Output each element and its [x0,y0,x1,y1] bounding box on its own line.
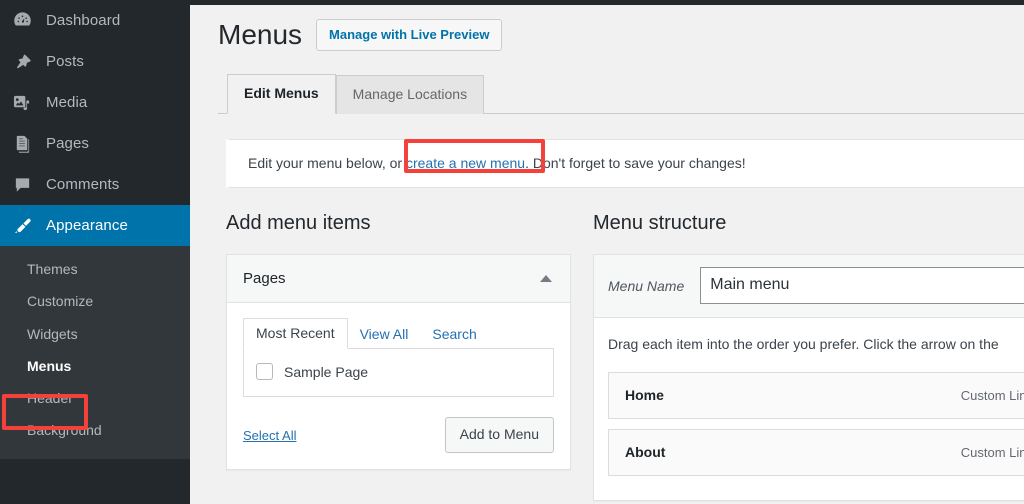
sidebar-subitem-label: Background [27,422,102,439]
table-row[interactable]: Home Custom Link [608,372,1024,420]
pin-icon [12,51,33,72]
tab-view-all[interactable]: View All [348,320,421,349]
menu-structure-column: Menu structure Menu Name Drag each item … [593,210,1024,502]
comment-bubble-icon [12,174,33,195]
nav-tab-bar: Edit Menus Manage Locations [218,73,1024,114]
select-all-link[interactable]: Select All [243,428,296,443]
sidebar-subitem-background[interactable]: Background [0,414,190,446]
page-header: Menus Manage with Live Preview [218,15,1024,53]
pages-panel-actions: Select All Add to Menu [243,417,554,453]
sidebar-item-appearance[interactable]: Appearance [0,205,198,246]
sidebar-item-label: Dashboard [46,12,121,29]
admin-bar [0,0,1024,5]
menu-name-label: Menu Name [608,277,685,294]
manage-with-live-preview-button[interactable]: Manage with Live Preview [316,18,503,52]
sidebar-item-media[interactable]: Media [0,82,190,123]
media-icon [12,92,33,113]
sidebar-item-label: Comments [46,176,120,193]
sidebar-item-label: Posts [46,53,85,70]
menu-name-input[interactable] [700,267,1024,305]
sidebar-subitem-label: Themes [27,261,78,277]
sidebar-subitem-label: Customize [27,293,94,310]
tab-search[interactable]: Search [420,320,488,349]
sidebar-item-label: Appearance [46,217,128,234]
notice-text-before: Edit your menu below, or [248,155,406,171]
sidebar-item-dashboard[interactable]: Dashboard [0,0,190,41]
sidebar-item-posts[interactable]: Posts [0,41,190,82]
menu-item-title: Home [625,387,664,404]
menu-item-title: About [625,444,666,461]
most-recent-panel: Sample Page [243,349,554,397]
menu-structure-box: Menu Name Drag each item into the order … [593,254,1024,502]
add-to-menu-button[interactable]: Add to Menu [444,417,554,453]
pages-inner-tabs: Most Recent View All Search [243,317,554,349]
pages-postbox-body: Most Recent View All Search Sample Page … [227,303,570,469]
pages-postbox: Pages Most Recent View All Search Sample… [226,254,571,470]
tab-manage-locations[interactable]: Manage Locations [335,75,485,114]
pages-postbox-title: Pages [243,270,286,287]
sidebar-subitem-widgets[interactable]: Widgets [0,318,190,350]
menu-editor-columns: Add menu items Pages Most Recent View Al… [218,210,1024,502]
sidebar-subitem-header[interactable]: Header [0,382,190,414]
page-wrap: Menus Manage with Live Preview Edit Menu… [190,5,1024,502]
sidebar-item-comments[interactable]: Comments [0,164,190,205]
sidebar-subitem-label: Menus [27,357,72,374]
menu-item-list: Home Custom Link About Custom Link [594,372,1024,500]
sidebar-subitem-menus[interactable]: Menus [0,350,190,382]
sidebar-subitem-label: Header [27,390,73,407]
sidebar-item-pages[interactable]: Pages [0,123,190,164]
notice-text-after: . Don't forget to save your changes! [525,155,746,171]
add-menu-items-column: Add menu items Pages Most Recent View Al… [226,210,571,501]
table-row[interactable]: About Custom Link [608,429,1024,477]
menu-item-type: Custom Link [960,444,1024,460]
current-menu-arrow-icon [190,217,198,234]
sidebar-item-label: Pages [46,135,90,152]
menu-item-type: Custom Link [960,387,1024,403]
list-item[interactable]: Sample Page [256,363,541,380]
menu-name-row: Menu Name [594,255,1024,319]
menu-structure-instructions: Drag each item into the order you prefer… [608,336,999,353]
tab-most-recent[interactable]: Most Recent [243,318,348,349]
sidebar-subitem-themes[interactable]: Themes [0,253,190,285]
page-title: Menus [218,19,303,50]
page-label: Sample Page [284,363,369,380]
dashboard-gauge-icon [12,10,33,31]
admin-sidebar: Dashboard Posts Media Pages Comments App… [0,0,198,504]
sidebar-subitem-label: Widgets [27,325,78,342]
create-a-new-menu-link[interactable]: create a new menu [406,155,525,171]
page-checkbox[interactable] [256,363,273,380]
pages-postbox-header[interactable]: Pages [227,255,570,303]
sidebar-item-label: Media [46,94,88,111]
main-content: Menus Manage with Live Preview Edit Menu… [190,5,1024,504]
paintbrush-icon [12,215,33,236]
tab-edit-menus[interactable]: Edit Menus [227,74,336,114]
add-menu-items-title: Add menu items [226,212,371,234]
menu-notice: Edit your menu below, or create a new me… [226,139,1024,188]
pages-icon [12,133,33,154]
appearance-submenu: Themes Customize Widgets Menus Header Ba… [0,246,190,459]
sidebar-subitem-customize[interactable]: Customize [0,285,190,317]
triangle-up-icon[interactable] [540,275,552,282]
menu-structure-title: Menu structure [593,212,727,234]
